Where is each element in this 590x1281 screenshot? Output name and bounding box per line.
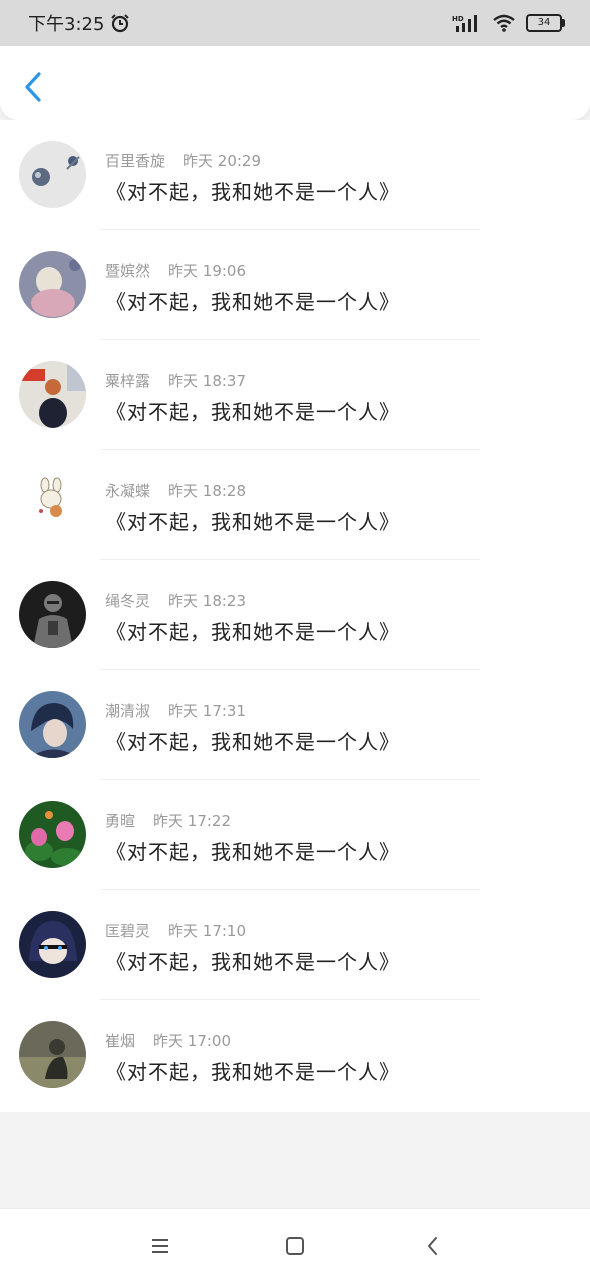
comment-item[interactable]: 永凝蝶 昨天 18:28 《对不起，我和她不是一个人》 [0,450,590,560]
comment-item[interactable]: 百里香旋 昨天 20:29 《对不起，我和她不是一个人》 [0,120,590,230]
back-icon [428,1237,437,1255]
commenter-name: 潮清淑 [105,702,151,720]
comment-time: 昨天 17:31 [168,702,247,720]
comment-time: 昨天 17:00 [153,1032,232,1050]
comment-item[interactable]: 绳冬灵 昨天 18:23 《对不起，我和她不是一个人》 [0,560,590,670]
comment-time: 昨天 17:10 [168,922,247,940]
header [0,46,590,120]
commenter-name: 粟梓露 [105,372,151,390]
navigation-bar [0,1208,590,1281]
comment-text: 《对不起，我和她不是一个人》 [106,290,400,314]
comment-time: 昨天 17:22 [153,812,232,830]
comment-text: 《对不起，我和她不是一个人》 [106,730,400,754]
wifi-icon [493,14,515,32]
signal-icon: HD [452,15,477,32]
comment-text: 《对不起，我和她不是一个人》 [106,950,400,974]
home-icon [286,1237,304,1255]
avatar[interactable] [19,471,86,538]
comment-time: 昨天 18:37 [168,372,247,390]
comment-text: 《对不起，我和她不是一个人》 [106,840,400,864]
avatar[interactable] [19,251,86,318]
comment-item[interactable]: 粟梓露 昨天 18:37 《对不起，我和她不是一个人》 [0,340,590,450]
commenter-name: 暨嫔然 [105,262,151,280]
status-bar: 下午3:25 HD 34 [0,0,590,46]
comment-text: 《对不起，我和她不是一个人》 [106,620,400,644]
comment-text: 《对不起，我和她不是一个人》 [106,180,400,204]
comment-list: 百里香旋 昨天 20:29 《对不起，我和她不是一个人》 暨嫔然 昨天 19:06 … [0,120,590,1112]
commenter-name: 绳冬灵 [105,592,151,610]
commenter-name: 勇暄 [105,812,136,830]
comment-time: 昨天 20:29 [183,152,262,170]
comment-item[interactable]: 勇暄 昨天 17:22 《对不起，我和她不是一个人》 [0,780,590,890]
battery-level: 34 [537,17,551,28]
comment-item[interactable]: 暨嫔然 昨天 19:06 《对不起，我和她不是一个人》 [0,230,590,340]
comment-time: 昨天 18:23 [168,592,247,610]
network-label: HD [452,15,464,23]
comment-item[interactable]: 崔烟 昨天 17:00 《对不起，我和她不是一个人》 [0,1000,590,1110]
avatar[interactable] [19,911,86,978]
alarm-icon [111,14,130,33]
comment-time: 昨天 19:06 [168,262,247,280]
avatar[interactable] [19,691,86,758]
menu-button[interactable] [147,1233,173,1259]
avatar[interactable] [19,1021,86,1088]
battery-icon: 34 [526,14,565,32]
system-back-button[interactable] [420,1233,446,1259]
commenter-name: 百里香旋 [105,152,166,170]
commenter-name: 匡碧灵 [105,922,151,940]
comment-item[interactable]: 潮清淑 昨天 17:31 《对不起，我和她不是一个人》 [0,670,590,780]
comment-text: 《对不起，我和她不是一个人》 [106,400,400,424]
avatar[interactable] [19,581,86,648]
chevron-left-icon [25,72,41,102]
avatar[interactable] [19,801,86,868]
home-button[interactable] [282,1233,308,1259]
commenter-name: 永凝蝶 [105,482,151,500]
back-button[interactable] [20,70,46,104]
comment-text: 《对不起，我和她不是一个人》 [106,1060,400,1084]
avatar[interactable] [19,361,86,428]
commenter-name: 崔烟 [105,1032,136,1050]
comment-text: 《对不起，我和她不是一个人》 [106,510,400,534]
comment-time: 昨天 18:28 [168,482,247,500]
status-time: 下午3:25 [28,14,105,35]
avatar[interactable] [19,141,86,208]
comment-item[interactable]: 匡碧灵 昨天 17:10 《对不起，我和她不是一个人》 [0,890,590,1000]
menu-icon [152,1239,168,1253]
